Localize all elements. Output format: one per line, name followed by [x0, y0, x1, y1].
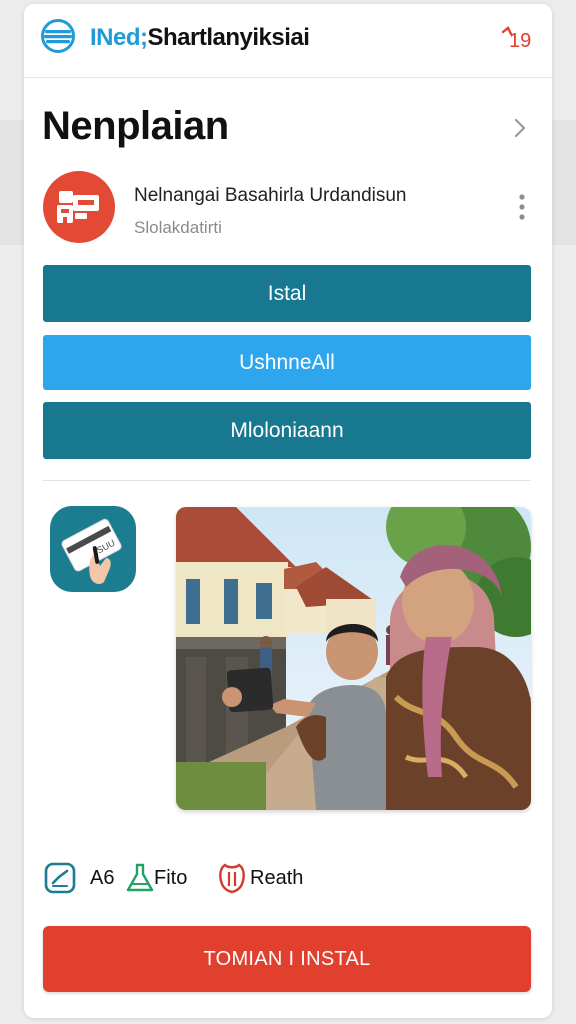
more-vertical-icon[interactable]: [518, 192, 526, 222]
badge-count: 19: [509, 30, 531, 52]
secondary-action-button[interactable]: UshnneAll: [43, 335, 531, 390]
notification-badge-icon[interactable]: 19: [500, 26, 534, 52]
feature-label: Reath: [250, 867, 304, 889]
chevron-right-icon[interactable]: [512, 116, 528, 140]
checklist-icon: [44, 862, 76, 894]
install-action-button[interactable]: Istal: [43, 265, 531, 322]
app-name: Nelnangai Basahirla Urdandisun: [134, 185, 407, 206]
app-card: INed;Shartlanyiksiai 19 Nenplaian Nelnan…: [24, 4, 552, 1018]
feature-label: Fito: [154, 867, 188, 889]
section-divider: [43, 480, 531, 481]
app-developer[interactable]: Slolakdatirti: [134, 218, 222, 238]
brand-name-part2: Shartlanyiksiai: [147, 24, 310, 51]
install-button[interactable]: TOMIAN I INSTAL: [43, 926, 531, 992]
brand-name-part1: INed;: [90, 24, 148, 51]
shield-icon: [219, 863, 245, 894]
app-logo-icon[interactable]: [43, 171, 115, 243]
tertiary-action-button[interactable]: Mloloniaann: [43, 402, 531, 459]
page-title: Nenplaian: [42, 104, 229, 148]
flask-icon: [126, 863, 154, 892]
brand-name[interactable]: INed;Shartlanyiksiai: [90, 24, 310, 52]
top-bar: INed;Shartlanyiksiai 19: [24, 4, 552, 78]
globe-icon[interactable]: [40, 18, 76, 54]
feature-label: A6: [90, 867, 115, 889]
card-payment-icon[interactable]: ISUU: [50, 506, 136, 592]
photo-family-with-phone: [176, 507, 531, 810]
